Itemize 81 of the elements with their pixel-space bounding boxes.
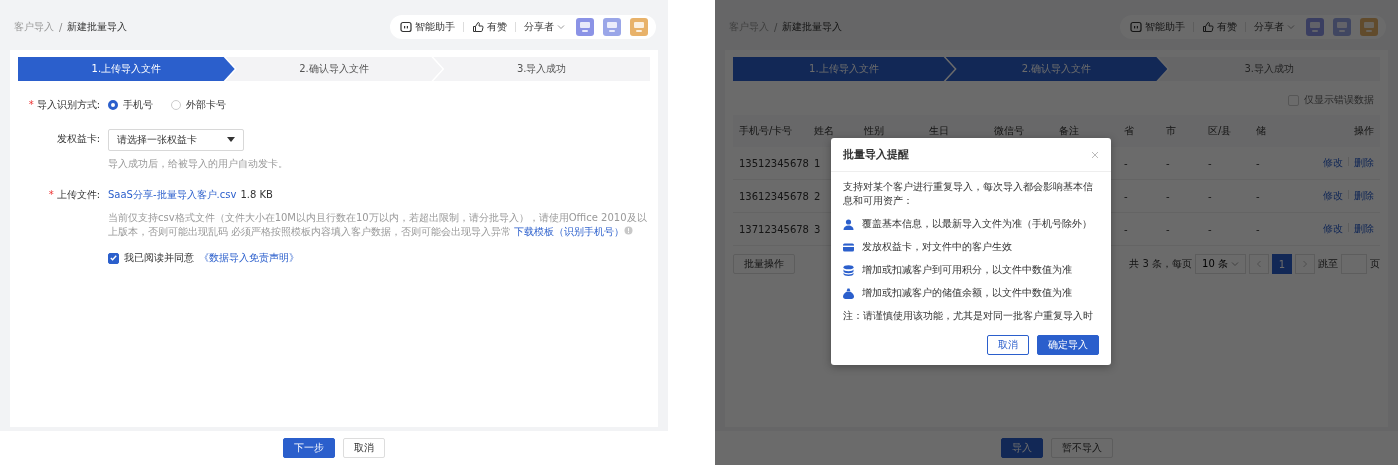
page-size-select[interactable]: 10 条	[1195, 254, 1246, 274]
like-button[interactable]: 有赞	[470, 20, 509, 34]
help-icon	[624, 226, 634, 235]
table-cell: 13712345678	[733, 212, 808, 246]
upload-description: 当前仅支持csv格式文件（文件大小在10M以内且行数在10万以内，若超出限制，请分批导入），请使用Office 2010及以上版本，否则可能出现乱码 必须严格按照模板内容填入客户数据，否则可能会出现导入异常 下载模板（识别手机号）	[108, 211, 648, 239]
edit-link[interactable]: 修改	[1323, 190, 1343, 201]
file-size: 1.8 KB	[240, 188, 273, 202]
app-icon[interactable]	[603, 18, 621, 36]
breadcrumb-separator: /	[774, 21, 778, 33]
table-cell: -	[1118, 212, 1160, 246]
app-icon[interactable]	[630, 18, 648, 36]
dialog-item-text: 增加或扣减客户到可用积分，以文件中数值为准	[862, 263, 1072, 277]
radio-option[interactable]: 外部卡号	[171, 95, 226, 115]
dialog-note: 注：请谨慎使用该功能，尤其是对同一批客户重复导入时	[843, 309, 1094, 323]
coins-icon	[843, 264, 854, 276]
table-cell: -	[1250, 179, 1292, 213]
delete-link[interactable]: 删除	[1354, 190, 1374, 201]
robot-icon	[1130, 21, 1142, 33]
hint-text: 导入成功后，给被导入的用户自动发卡。	[108, 157, 289, 171]
table-cell: -	[1202, 147, 1250, 180]
file-link[interactable]: SaaS分享-批量导入客户.csv	[108, 185, 237, 205]
card-select[interactable]: 请选择一张权益卡	[108, 129, 244, 151]
delete-link[interactable]: 删除	[1354, 157, 1374, 168]
caret-icon	[227, 137, 235, 143]
table-cell: -	[1202, 179, 1250, 213]
field-label: * 导入识别方式:	[27, 98, 101, 112]
template-link[interactable]: 下载模板（识别手机号）	[514, 226, 625, 237]
page-suffix: 页	[1370, 257, 1380, 271]
total-text: 共 3 条，每页	[1129, 257, 1193, 271]
close-icon[interactable]	[1091, 150, 1099, 159]
jump-label: 跳至	[1318, 257, 1338, 271]
card-icon	[843, 241, 854, 253]
bag-icon	[843, 287, 854, 299]
disclaimer-link[interactable]: 《数据导入免责声明》	[199, 251, 299, 265]
table-cell: -	[1202, 212, 1250, 246]
thumbs-up-icon	[472, 21, 484, 33]
edit-link[interactable]: 修改	[1323, 223, 1343, 234]
app-icon[interactable]	[1333, 18, 1351, 36]
robot-icon	[400, 21, 412, 33]
chevron-down-icon	[557, 23, 565, 31]
breadcrumb-current: 新建批量导入	[67, 20, 128, 34]
table-cell: -	[1250, 147, 1292, 180]
field-label: 发权益卡:	[55, 132, 101, 146]
user-dropdown[interactable]: 分享者	[522, 20, 567, 34]
table-cell: -	[1250, 212, 1292, 246]
table-cell: -	[1118, 179, 1160, 213]
import-button[interactable]: 导入	[1000, 438, 1043, 458]
breadcrumb-current: 新建批量导入	[782, 20, 843, 34]
edit-link[interactable]: 修改	[1323, 157, 1343, 168]
cancel-button[interactable]: 取消	[987, 335, 1029, 355]
table-cell: 13612345678	[733, 179, 808, 213]
breadcrumb-link[interactable]: 客户导入	[14, 20, 54, 34]
app-icon[interactable]	[1360, 18, 1378, 36]
app-icon[interactable]	[576, 18, 594, 36]
assistant-button[interactable]: 智能助手	[1128, 20, 1187, 34]
app-icon[interactable]	[1306, 18, 1324, 36]
page-button[interactable]: 1	[1272, 254, 1292, 274]
breadcrumb-separator: /	[59, 21, 63, 33]
like-button[interactable]: 有赞	[1200, 20, 1239, 34]
agreement-text: 我已阅读并同意	[124, 251, 194, 265]
next-button[interactable]: 下一步	[283, 438, 335, 458]
field-label: * 上传文件:	[47, 188, 101, 202]
table-cell: -	[1160, 212, 1202, 246]
table-cell: -	[1160, 179, 1202, 213]
skip-import-button[interactable]: 暂不导入	[1050, 438, 1113, 458]
table-cell: -	[1160, 147, 1202, 180]
table-cell: -	[1118, 147, 1160, 180]
agreement-checkbox[interactable]	[108, 252, 119, 264]
person-icon	[843, 218, 854, 230]
cancel-button[interactable]: 取消	[343, 438, 385, 458]
delete-link[interactable]: 删除	[1354, 223, 1374, 234]
dialog-item-text: 增加或扣减客户的储值余额，以文件中数值为准	[862, 286, 1072, 300]
thumbs-up-icon	[1202, 21, 1214, 33]
table-cell: 13512345678	[733, 147, 808, 180]
batch-button[interactable]: 批量操作	[733, 254, 795, 274]
assistant-button[interactable]: 智能助手	[398, 20, 457, 34]
confirm-import-button[interactable]: 确定导入	[1037, 335, 1099, 355]
radio-option[interactable]: 手机号	[108, 95, 153, 115]
dialog-item-text: 发放权益卡，对文件中的客户生效	[862, 240, 1012, 254]
user-dropdown[interactable]: 分享者	[1252, 20, 1297, 34]
dialog-item-text: 覆盖基本信息，以最新导入文件为准（手机号除外）	[862, 217, 1092, 231]
